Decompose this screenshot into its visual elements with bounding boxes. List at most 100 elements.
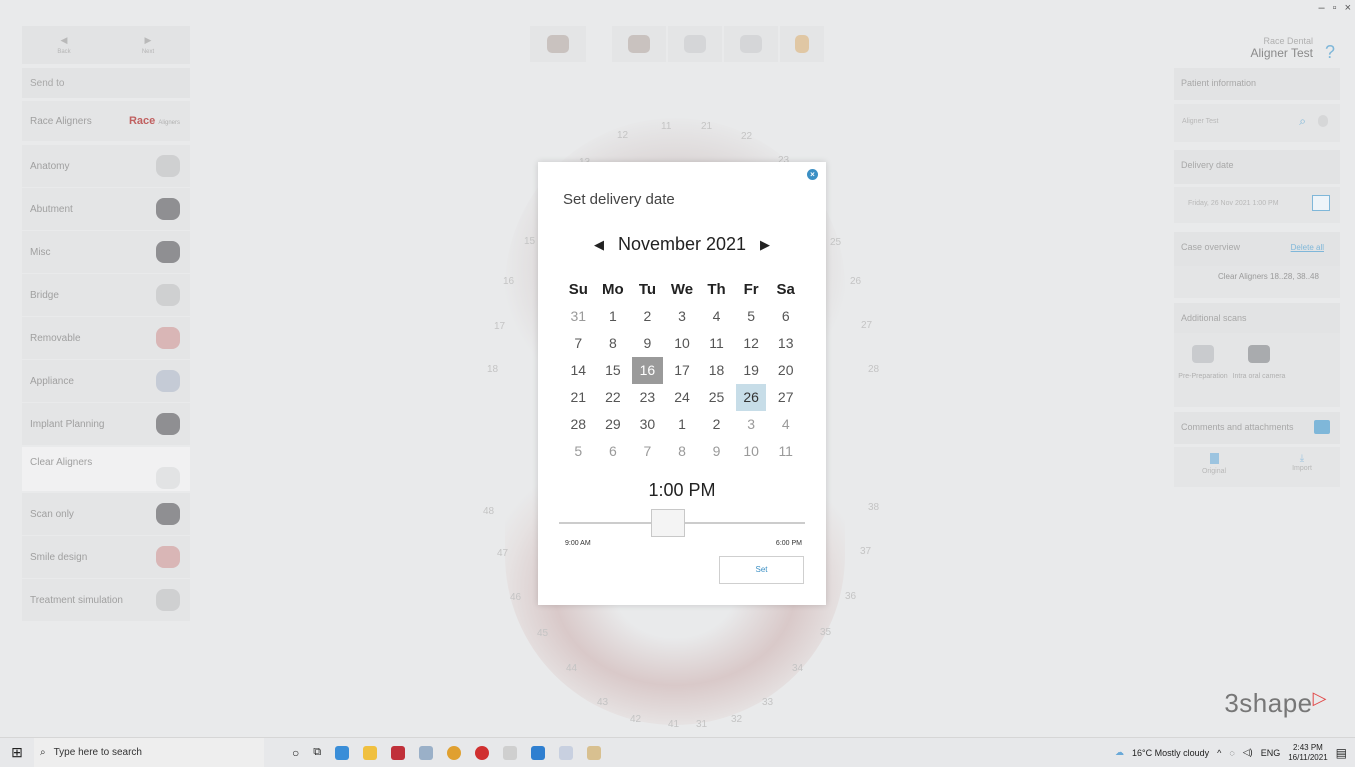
original-button[interactable]: Original [1196, 453, 1232, 475]
calendar-day[interactable]: 10 [736, 438, 767, 465]
app-icon[interactable] [559, 745, 574, 760]
calendar-day[interactable]: 7 [563, 330, 594, 357]
weather-text[interactable]: 16°C Mostly cloudy [1132, 748, 1209, 758]
minimize-button[interactable]: – [1319, 2, 1325, 14]
teamviewer-icon[interactable] [335, 745, 350, 760]
calendar-day[interactable]: 23 [632, 384, 663, 411]
calendar-day[interactable]: 15 [598, 357, 629, 384]
calendar-day[interactable]: 9 [632, 330, 663, 357]
cortana-icon[interactable]: ○ [292, 746, 299, 760]
indication-treatment-simulation[interactable]: Treatment simulation [22, 579, 190, 621]
indication-implant-planning[interactable]: Implant Planning [22, 403, 190, 445]
restore-button[interactable]: ▫ [1333, 2, 1337, 14]
close-window-button[interactable]: × [1345, 2, 1351, 14]
calendar-day[interactable]: 30 [632, 411, 663, 438]
windows-start-icon[interactable]: ⊞ [0, 744, 34, 761]
calendar-day[interactable]: 3 [667, 303, 698, 330]
calendar-day[interactable]: 10 [667, 330, 698, 357]
calendar-day[interactable]: 25 [701, 384, 732, 411]
network-icon[interactable]: ◌ [1229, 748, 1234, 758]
calendar-day[interactable]: 20 [770, 357, 801, 384]
app-icon[interactable] [531, 745, 546, 760]
indication-misc[interactable]: Misc [22, 231, 190, 273]
patient-field[interactable]: Aligner Test ⌕ [1174, 104, 1340, 142]
workflow-patient-step[interactable] [530, 26, 586, 62]
indication-scan-only[interactable]: Scan only [22, 493, 190, 535]
indication-abutment[interactable]: Abutment [22, 188, 190, 230]
calendar-day[interactable]: 16 [632, 357, 663, 384]
chrome-icon[interactable] [447, 745, 462, 760]
file-explorer-icon[interactable] [363, 745, 378, 760]
calendar-day[interactable]: 28 [563, 411, 594, 438]
close-icon[interactable]: × [807, 169, 818, 180]
indication-appliance[interactable]: Appliance [22, 360, 190, 402]
calendar-day[interactable]: 17 [667, 357, 698, 384]
help-icon[interactable]: ? [1325, 42, 1335, 63]
calendar-day[interactable]: 8 [667, 438, 698, 465]
indication-bridge[interactable]: Bridge [22, 274, 190, 316]
next-button[interactable]: ▶ Next [106, 26, 190, 64]
volume-icon[interactable]: ◁) [1243, 747, 1253, 758]
calendar-day[interactable]: 31 [563, 303, 594, 330]
workflow-design-step[interactable] [668, 26, 722, 62]
indication-smile-design[interactable]: Smile design [22, 536, 190, 578]
calendar-day[interactable]: 9 [701, 438, 732, 465]
search-icon[interactable]: ⌕ [1299, 114, 1306, 129]
back-button[interactable]: ◀ Back [22, 26, 106, 64]
next-month-button[interactable]: ▶ [760, 237, 770, 253]
comments-header[interactable]: Comments and attachments [1174, 412, 1340, 444]
app-icon[interactable] [587, 745, 602, 760]
calendar-day[interactable]: 7 [632, 438, 663, 465]
task-view-icon[interactable]: ⧉ [313, 746, 321, 759]
workflow-aligner-step[interactable] [724, 26, 778, 62]
calendar-day[interactable]: 8 [598, 330, 629, 357]
calendar-day[interactable]: 18 [701, 357, 732, 384]
delete-all-link[interactable]: Delete all [1291, 243, 1324, 252]
calendar-day[interactable]: 11 [701, 330, 732, 357]
calendar-day[interactable]: 1 [598, 303, 629, 330]
taskbar-search[interactable]: ⌕ Type here to search [34, 737, 264, 767]
calendar-day[interactable]: 26 [735, 384, 767, 411]
calendar-day[interactable]: 3 [736, 411, 767, 438]
calendar-day[interactable]: 6 [770, 303, 801, 330]
indication-anatomy[interactable]: Anatomy [22, 145, 190, 187]
calendar-day[interactable]: 11 [770, 438, 801, 465]
calendar-day[interactable]: 5 [736, 303, 767, 330]
calendar-day[interactable]: 24 [667, 384, 698, 411]
calendar-day[interactable]: 6 [598, 438, 629, 465]
chevron-up-icon[interactable]: ^ [1217, 748, 1221, 758]
time-slider-thumb[interactable] [651, 509, 686, 537]
calendar-day[interactable]: 14 [563, 357, 594, 384]
previous-month-button[interactable]: ◀ [594, 237, 604, 253]
workflow-person-step[interactable] [780, 26, 824, 62]
race-aligners-item[interactable]: Race Aligners Race Aligners [22, 101, 190, 141]
pre-preparation-tile[interactable]: Pre-Preparation [1176, 333, 1230, 403]
lang-label[interactable]: ENG [1261, 748, 1281, 758]
set-button[interactable]: Set [719, 556, 804, 584]
calendar-day[interactable]: 5 [563, 438, 594, 465]
app-icon[interactable] [419, 745, 434, 760]
intra-oral-camera-tile[interactable]: Intra oral camera [1232, 333, 1286, 403]
indication-clear-aligners[interactable]: Clear Aligners [22, 447, 190, 491]
calendar-icon[interactable] [1312, 195, 1330, 211]
calendar-day[interactable]: 19 [736, 357, 767, 384]
user-icon[interactable] [1318, 115, 1328, 127]
case-item[interactable]: Clear Aligners 18..28, 38..48 [1174, 266, 1340, 298]
calendar-day[interactable]: 2 [632, 303, 663, 330]
workflow-scan-step[interactable] [612, 26, 666, 62]
calendar-day[interactable]: 4 [770, 411, 801, 438]
calendar-day[interactable]: 13 [770, 330, 801, 357]
calendar-day[interactable]: 2 [701, 411, 732, 438]
delivery-date-field[interactable]: Friday, 26 Nov 2021 1:00 PM [1174, 187, 1340, 223]
calendar-day[interactable]: 4 [701, 303, 732, 330]
clock[interactable]: 2:43 PM 16/11/2021 [1288, 743, 1327, 763]
import-button[interactable]: ⤓ Import [1284, 453, 1320, 472]
calendar-day[interactable]: 22 [598, 384, 629, 411]
calendar-day[interactable]: 21 [563, 384, 594, 411]
app-icon[interactable] [503, 745, 518, 760]
app-icon[interactable] [475, 745, 490, 760]
indication-removable[interactable]: Removable [22, 317, 190, 359]
notifications-icon[interactable]: ▤ [1336, 746, 1347, 760]
calendar-day[interactable]: 29 [598, 411, 629, 438]
calendar-day[interactable]: 1 [667, 411, 698, 438]
